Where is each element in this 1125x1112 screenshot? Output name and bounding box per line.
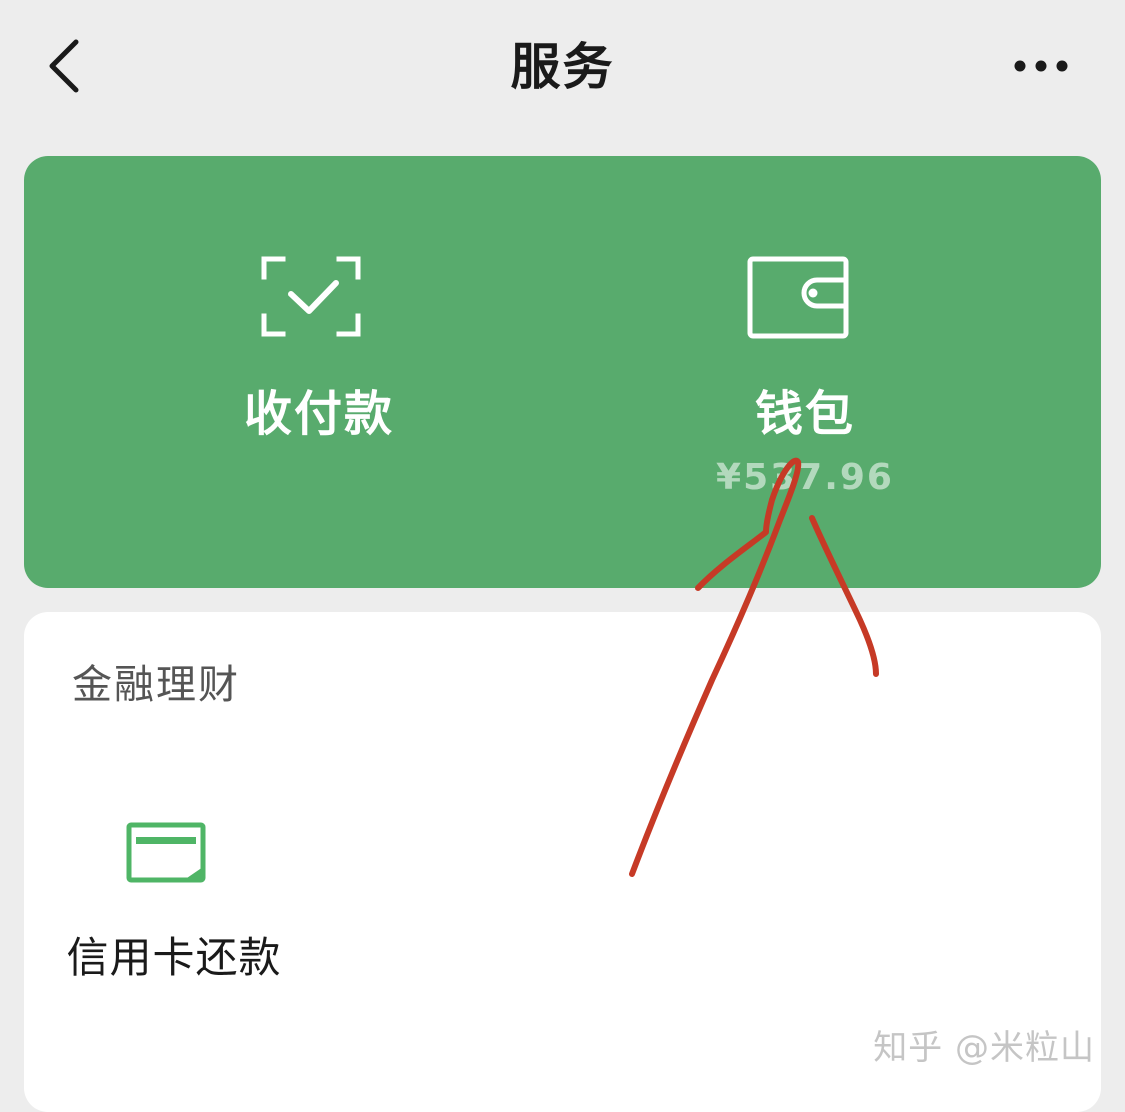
credit-card-repayment-button[interactable]: 信用卡还款 xyxy=(54,812,294,1002)
more-dots-icon xyxy=(1014,60,1068,72)
wallet-balance: ¥537.96 xyxy=(716,457,894,498)
pay-receive-button[interactable]: 收付款 xyxy=(169,156,469,588)
pay-receive-label: 收付款 xyxy=(243,386,394,442)
scan-check-icon xyxy=(261,256,361,337)
wallet-icon xyxy=(747,256,849,339)
page-title: 服务 xyxy=(510,38,615,96)
navigation-bar: 服务 xyxy=(0,0,1125,130)
more-button[interactable] xyxy=(1000,44,1080,88)
watermark: 知乎 @米粒山 xyxy=(873,1028,1095,1068)
primary-services-card: 收付款 钱包 ¥537.96 xyxy=(24,156,1101,588)
wallet-label: 钱包 xyxy=(754,386,855,442)
section-title: 金融理财 xyxy=(72,662,240,708)
credit-card-repayment-label: 信用卡还款 xyxy=(66,933,282,982)
wallet-button[interactable]: 钱包 ¥537.96 xyxy=(655,156,955,588)
credit-card-icon xyxy=(126,822,206,883)
